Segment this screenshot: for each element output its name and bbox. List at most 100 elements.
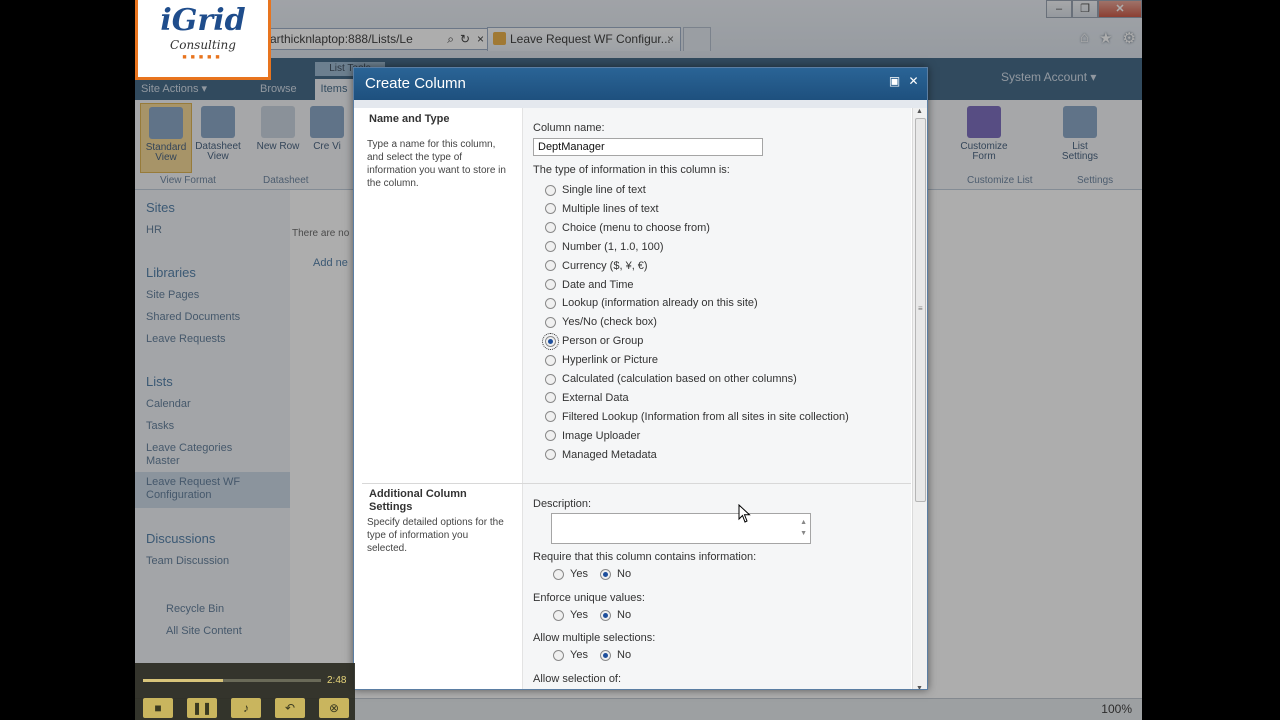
column-type-option-label: Filtered Lookup (Information from all si… [562,410,849,423]
unique-no-radio[interactable] [600,609,611,621]
name-type-description: Type a name for this column, and select … [367,139,506,189]
additional-section-fields: Description: ▲ ▼ Require that this colum… [522,484,911,689]
column-type-option[interactable]: Managed Metadata [545,447,657,463]
igrid-logo: iGrid Consulting ■■■■■ [135,0,271,80]
multiple-yes-label: Yes [570,649,588,661]
column-type-radio[interactable] [545,279,556,290]
column-type-option[interactable]: External Data [545,390,629,406]
column-type-option[interactable]: Multiple lines of text [545,201,659,217]
column-type-option[interactable]: Filtered Lookup (Information from all si… [545,409,849,425]
column-type-radio[interactable] [542,332,559,350]
dialog-title-bar: Create Column ▣ ✕ [354,68,927,100]
require-no-label: No [617,568,632,580]
pause-icon[interactable]: ❚❚ [187,698,217,718]
maximize-dialog-icon[interactable]: ▣ [888,75,901,88]
unique-yes[interactable]: Yes [553,609,588,621]
unique-no[interactable]: No [600,609,631,621]
require-no-radio[interactable] [600,568,611,580]
column-type-radio[interactable] [545,260,556,272]
column-type-label: The type of information in this column i… [533,164,730,176]
column-type-option-label: Yes/No (check box) [562,316,657,329]
column-type-radio[interactable] [545,411,556,423]
column-type-radio[interactable] [545,203,556,215]
close-player-icon[interactable]: ⊗ [319,698,349,718]
description-scroll-down-icon[interactable]: ▼ [800,526,807,542]
multiple-label: Allow multiple selections: [533,632,656,644]
require-yes-label: Yes [570,568,588,580]
description-input[interactable]: ▲ ▼ [551,513,811,544]
column-type-radio[interactable] [545,316,556,328]
column-type-option[interactable]: Person or Group [542,332,644,350]
column-type-option[interactable]: Date and Time [545,277,634,293]
column-type-option-label: Lookup (information already on this site… [562,297,758,310]
require-no[interactable]: No [600,568,631,580]
scroll-up-icon[interactable]: ▲ [916,108,923,115]
logo-brand: iGrid [160,3,246,38]
name-type-section-info: Name and Type Type a name for this colum… [362,108,523,483]
player-buttons: ■ ❚❚ ♪ ↶ ⊗ [143,698,349,718]
column-type-option[interactable]: Hyperlink or Picture [545,352,658,368]
column-type-option-label: Hyperlink or Picture [562,354,658,367]
video-progress-bar[interactable] [143,679,321,682]
description-label: Description: [533,498,592,510]
dialog-title: Create Column [365,75,466,92]
column-type-radio[interactable] [545,222,556,234]
multiple-no-label: No [617,649,632,661]
require-label: Require that this column contains inform… [533,551,757,563]
column-type-option-label: Choice (menu to choose from) [562,221,710,234]
multiple-no[interactable]: No [600,649,631,661]
multiple-no-radio[interactable] [600,649,611,661]
column-type-option[interactable]: Calculated (calculation based on other c… [545,371,797,387]
column-type-option-label: Currency ($, ¥, €) [562,259,648,272]
column-type-option-label: Single line of text [562,184,646,196]
video-progress-fill [143,679,224,682]
column-type-option-label: Person or Group [562,335,644,348]
column-type-option[interactable]: Image Uploader [545,428,640,444]
column-type-option-label: Image Uploader [562,429,641,442]
dialog-body: Name and Type Type a name for this colum… [354,100,927,689]
video-time: 2:48 [327,675,347,686]
column-type-radio[interactable] [545,430,556,442]
column-type-option-label: Calculated (calculation based on other c… [562,373,797,385]
column-type-radio[interactable] [545,354,556,366]
column-type-option[interactable]: Choice (menu to choose from) [545,220,710,236]
video-player-controls: 2:48 ■ ❚❚ ♪ ↶ ⊗ [135,663,355,720]
additional-section-info: Additional Column Settings Specify detai… [362,484,523,689]
column-type-radio[interactable] [545,392,556,404]
logo-dots: ■■■■■ [182,54,224,61]
unique-no-label: No [617,609,632,621]
volume-icon[interactable]: ♪ [231,698,261,718]
column-type-option[interactable]: Lookup (information already on this site… [545,295,758,311]
require-yes[interactable]: Yes [553,568,588,580]
column-type-option-label: External Data [562,391,629,404]
column-type-option-label: Number (1, 1.0, 100) [562,240,664,253]
require-yes-radio[interactable] [553,568,564,580]
column-type-option[interactable]: Single line of text [545,182,646,198]
column-type-radio[interactable] [545,373,556,385]
column-type-option[interactable]: Yes/No (check box) [545,314,657,330]
multiple-yes[interactable]: Yes [553,649,588,661]
column-name-label: Column name: [533,122,605,134]
unique-yes-radio[interactable] [553,609,564,621]
multiple-yes-radio[interactable] [553,649,564,661]
column-type-radio[interactable] [545,241,556,253]
column-type-radio[interactable] [545,449,556,461]
column-type-option[interactable]: Number (1, 1.0, 100) [545,239,664,255]
column-name-input[interactable]: DeptManager [533,138,763,156]
dialog-scrollbar[interactable]: ▲ ≡ ▼ [912,108,927,689]
column-type-radio[interactable] [545,184,556,196]
stop-icon[interactable]: ■ [143,698,173,718]
unique-label: Enforce unique values: [533,592,645,604]
scroll-grip-icon: ≡ [918,304,923,313]
selection-label: Allow selection of: [533,673,622,685]
column-type-radio[interactable] [545,297,556,309]
additional-description: Specify detailed options for the type of… [367,517,504,554]
name-type-section-fields: Column name: DeptManager The type of inf… [522,108,911,483]
screen: – ❐ ✕ arthicknlaptop:888/Lists/Le ⌕ ↻ × … [135,0,1142,720]
column-type-option[interactable]: Currency ($, ¥, €) [545,258,648,274]
unique-yes-label: Yes [570,609,588,621]
scroll-down-icon[interactable]: ▼ [916,685,923,689]
close-dialog-icon[interactable]: ✕ [907,75,920,88]
rewind-icon[interactable]: ↶ [275,698,305,718]
logo-sub: Consulting [170,38,236,52]
